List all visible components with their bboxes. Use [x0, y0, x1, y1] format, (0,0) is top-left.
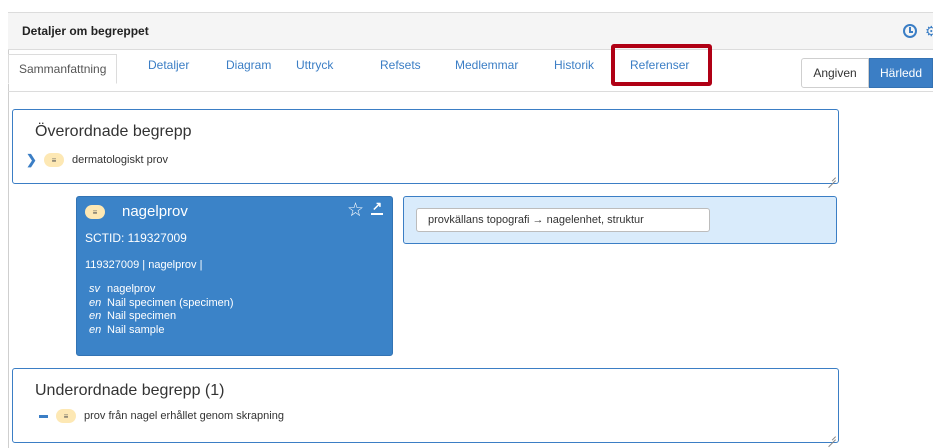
resize-grip-icon[interactable] [828, 173, 836, 181]
description-item: en Nail sample [89, 323, 165, 336]
description-item: en Nail specimen (specimen) [89, 296, 234, 309]
tab-expression[interactable]: Uttryck [296, 50, 333, 92]
children-box: Underordnade begrepp (1) ≡ prov från nag… [12, 368, 839, 443]
tab-details[interactable]: Detaljer [148, 50, 189, 92]
chevron-right-icon[interactable]: ❯ [26, 152, 37, 168]
parent-concept-label[interactable]: dermatologiskt prov [72, 154, 168, 166]
history-clock-icon[interactable] [903, 24, 917, 38]
concept-card: ≡ nagelprov ☆ SCTID: 119327009 119327009… [76, 196, 393, 356]
header-icons: ⚙ [903, 24, 933, 38]
tab-history[interactable]: Historik [554, 50, 594, 92]
tab-summary[interactable]: Sammanfattning [8, 54, 118, 84]
panel-title: Detaljer om begreppet [22, 24, 149, 38]
stated-view-button[interactable]: Angiven [801, 58, 869, 88]
resize-grip-icon[interactable] [828, 432, 836, 440]
concept-type-pill-icon: ≡ [85, 205, 105, 219]
stated-inferred-toggle: Angiven Härledd [801, 58, 933, 88]
tab-members[interactable]: Medlemmar [455, 50, 518, 92]
description-item: en Nail specimen [89, 310, 177, 322]
attribute-chip[interactable]: provkällans topografi → nagelenhet, stru… [416, 208, 710, 232]
dash-icon[interactable] [39, 414, 48, 418]
concept-fsn: 119327009 | nagelprov | [85, 259, 203, 271]
child-concept-label[interactable]: prov från nagel erhållet genom skrapning [84, 410, 284, 422]
concept-type-pill-icon: ≡ [44, 153, 64, 167]
export-icon[interactable] [371, 199, 383, 215]
child-row[interactable]: ≡ prov från nagel erhållet genom skrapni… [39, 409, 284, 423]
tab-bar: Sammanfattning Detaljer Diagram Uttryck … [8, 50, 933, 92]
tab-refsets[interactable]: Refsets [380, 50, 421, 92]
description-list: sv nagelprov en Nail specimen (specimen) e… [89, 283, 234, 337]
description-item: sv nagelprov [89, 283, 156, 295]
gear-icon[interactable]: ⚙ [925, 24, 933, 38]
tab-diagram[interactable]: Diagram [226, 50, 271, 92]
parents-title: Överordnade begrepp [35, 123, 192, 140]
favorite-star-icon[interactable]: ☆ [347, 201, 364, 221]
tab-references[interactable]: Referenser [630, 50, 689, 92]
concept-name: nagelprov [122, 203, 188, 220]
parents-box: Överordnade begrepp ❯ ≡ dermatologiskt p… [12, 109, 839, 184]
concept-sctid: SCTID: 119327009 [85, 231, 187, 245]
concept-type-pill-icon: ≡ [56, 409, 76, 423]
attributes-box: provkällans topografi → nagelenhet, stru… [403, 196, 837, 244]
parent-row[interactable]: ❯ ≡ dermatologiskt prov [26, 152, 168, 168]
children-title: Underordnade begrepp (1) [35, 382, 225, 399]
concept-details-panel: Detaljer om begreppet ⚙ Sammanfattning D… [0, 0, 933, 448]
inferred-view-button[interactable]: Härledd [869, 58, 933, 88]
panel-header: Detaljer om begreppet ⚙ [8, 12, 933, 50]
